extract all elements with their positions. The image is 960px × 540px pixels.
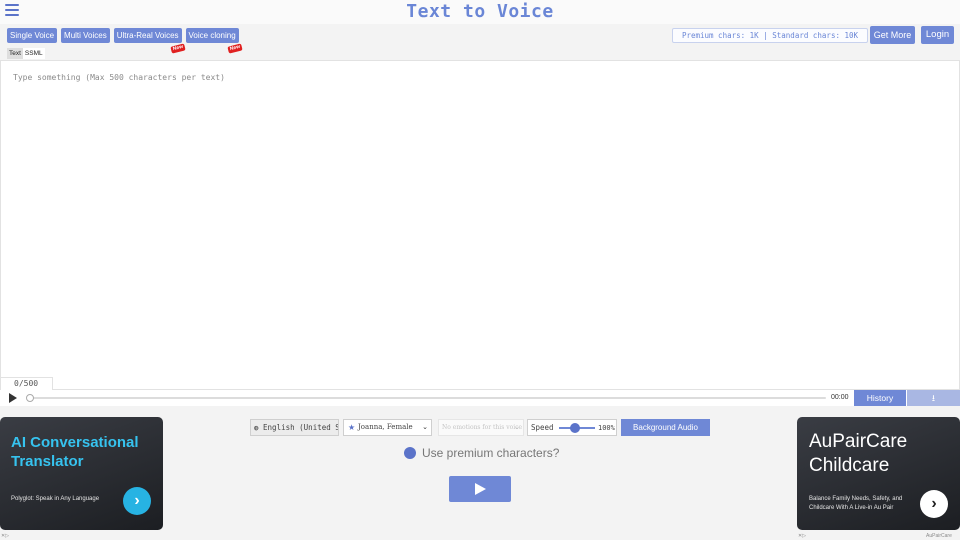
emotion-value: No emotions for this voice (442, 424, 523, 431)
get-more-button[interactable]: Get More (870, 26, 915, 44)
speed-value: 100% (598, 424, 615, 432)
ad-right-arrow-icon[interactable]: › (920, 490, 948, 518)
voice-cloning-button[interactable]: Voice cloning New (185, 28, 244, 54)
character-counter: 0/500 (0, 377, 53, 390)
ad-left[interactable]: AI Conversational Translator Polyglot: S… (0, 417, 163, 530)
voice-select[interactable]: ★ Joanna, Female ⌄ (343, 419, 432, 436)
emotion-select[interactable]: No emotions for this voice ⌄ (438, 419, 524, 436)
ad-left-subtitle: Polyglot: Speak in Any Language (11, 496, 100, 502)
background-audio-button[interactable]: Background Audio (621, 419, 710, 436)
progress-knob[interactable] (26, 394, 34, 402)
speed-slider-knob[interactable] (570, 423, 580, 433)
star-icon: ★ (348, 423, 356, 432)
ad-right-close-icon[interactable]: ✕▷ (798, 533, 806, 540)
page-title: Text to Voice (406, 1, 554, 22)
premium-radio[interactable] (404, 447, 416, 459)
editor-tabs: Text SSML (7, 48, 45, 59)
language-value: English (United States) (263, 423, 338, 432)
ultra-real-voices-button[interactable]: Ultra-Real Voices New (113, 28, 187, 54)
multi-voices-button[interactable]: Multi Voices (61, 28, 110, 43)
voice-cloning-label: Voice cloning (188, 31, 236, 40)
text-input-area[interactable]: Type something (Max 500 characters per t… (0, 60, 960, 390)
speed-control: Speed 100% (527, 419, 617, 436)
single-voice-button[interactable]: Single Voice (7, 28, 58, 43)
single-voice-label: Single Voice (10, 31, 55, 40)
ultra-real-voices-label: Ultra-Real Voices (116, 31, 179, 40)
generate-play-button[interactable] (449, 476, 511, 502)
play-icon (475, 483, 486, 495)
mode-bar: Single Voice Multi Voices Ultra-Real Voi… (7, 28, 244, 54)
chevron-down-icon: ⌄ (422, 423, 428, 431)
history-button[interactable]: History (854, 390, 906, 406)
new-badge: New (227, 43, 244, 54)
ad-right[interactable]: AuPairCare Childcare Balance Family Need… (797, 417, 960, 530)
premium-chars-label: Use premium characters? (422, 446, 560, 460)
ad-left-close-icon[interactable]: ✕▷ (1, 533, 9, 540)
language-select[interactable]: ◍ English (United States) (250, 419, 339, 436)
character-quota: Premium chars: 1K | Standard chars: 10K (672, 28, 868, 43)
globe-icon: ◍ (254, 423, 264, 432)
ad-right-subtitle: Balance Family Needs, Safety, and Childc… (809, 496, 903, 511)
multi-voices-label: Multi Voices (64, 31, 107, 40)
progress-track[interactable] (28, 397, 826, 399)
ad-right-title: AuPairCare Childcare (809, 431, 908, 476)
tab-ssml[interactable]: SSML (22, 48, 45, 59)
audio-player: 00:00 History ⭳ (0, 390, 960, 406)
ad-left-arrow-icon[interactable]: › (123, 487, 151, 515)
download-icon: ⭳ (931, 393, 936, 403)
chevron-down-icon: ⌄ (514, 423, 520, 431)
ad-right-brand: AuPairCare (926, 533, 952, 539)
new-badge: New (170, 43, 187, 54)
voice-value: Joanna, Female (358, 423, 413, 431)
login-button[interactable]: Login (921, 26, 954, 44)
play-icon[interactable] (9, 393, 17, 403)
time-display: 00:00 (831, 394, 849, 401)
ad-left-title: AI Conversational Translator (11, 434, 139, 470)
text-input-placeholder: Type something (Max 500 characters per t… (13, 73, 225, 82)
speed-label: Speed (531, 423, 554, 432)
top-bar: Text to Voice (0, 0, 960, 24)
download-button[interactable]: ⭳ (907, 390, 960, 406)
app-root: Text to Voice Single Voice Multi Voices … (0, 0, 960, 540)
tab-text[interactable]: Text (7, 48, 23, 59)
